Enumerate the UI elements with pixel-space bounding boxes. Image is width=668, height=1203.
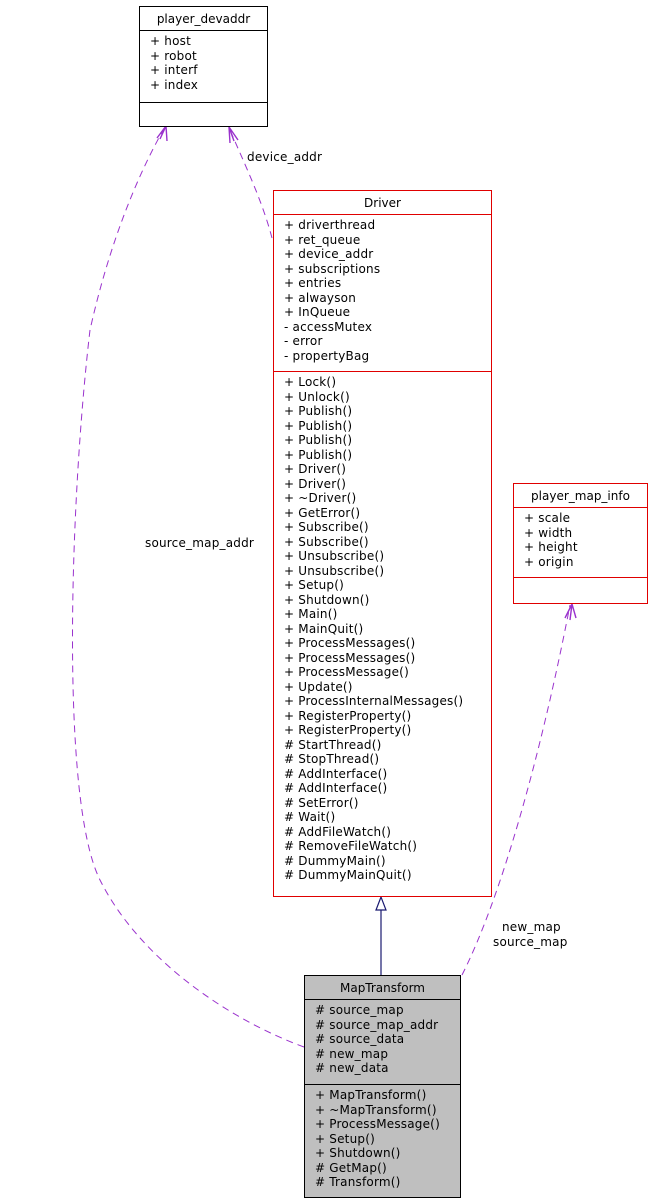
attribute: # source_map (315, 1003, 404, 1017)
method: # AddInterface() (284, 781, 388, 795)
method: # DummyMain() (284, 853, 386, 868)
class-player-map-info[interactable]: player_map_info + scale + width + height… (513, 483, 648, 604)
attributes: # source_map # source_map_addr # source_… (305, 1000, 460, 1085)
attribute: - error (284, 334, 323, 348)
methods (514, 578, 647, 584)
methods: + Lock() + Unlock() + Publish() + Publis… (274, 372, 491, 886)
method: + Setup() (315, 1131, 375, 1146)
attributes: + scale + width + height + origin (514, 508, 647, 578)
attribute: + subscriptions (284, 261, 381, 276)
attribute: # source_data (315, 1032, 405, 1046)
method: + Unsubscribe() (284, 563, 385, 578)
method: + Publish() (284, 418, 353, 433)
method: + Subscribe() (284, 534, 369, 549)
method: # SetError() (284, 795, 359, 810)
attribute: + device_addr (284, 247, 374, 261)
attribute: + ret_queue (284, 232, 361, 247)
attribute: + origin (524, 554, 574, 569)
attributes: + host + robot + interf + index (140, 31, 267, 103)
class-name: player_map_info (514, 484, 647, 508)
method: + ProcessMessages() (284, 636, 416, 650)
method: + Publish() (284, 404, 353, 418)
method: # Transform() (315, 1175, 401, 1189)
attribute: + driverthread (284, 218, 376, 232)
method: + Shutdown() (284, 592, 370, 607)
method: + MainQuit() (284, 621, 364, 636)
method: # StopThread() (284, 752, 380, 766)
attribute: + width (524, 525, 573, 540)
edge-source-map-addr (72, 126, 305, 1048)
method: # StartThread() (284, 737, 382, 752)
method: # RemoveFileWatch() (284, 839, 418, 853)
method: # DummyMainQuit() (284, 868, 412, 882)
attribute: + host (150, 34, 191, 48)
method: + ProcessInternalMessages() (284, 694, 464, 708)
attribute: + height (524, 540, 578, 554)
attribute: + index (150, 77, 199, 92)
method: + Driver() (284, 462, 347, 476)
edge-device-addr (229, 129, 273, 239)
methods (140, 103, 267, 109)
method: + Shutdown() (315, 1146, 401, 1160)
class-name: player_devaddr (140, 7, 267, 31)
method: + Publish() (284, 433, 353, 447)
edge-label-source-map-addr: source_map_addr (145, 536, 255, 550)
method: + GetError() (284, 505, 361, 520)
edge-label-source-map: source_map (493, 935, 568, 949)
method: + ProcessMessage() (315, 1117, 440, 1131)
method: + Setup() (284, 578, 344, 592)
class-name: Driver (274, 191, 491, 215)
method: + Main() (284, 607, 338, 621)
method: + Unsubscribe() (284, 549, 385, 563)
attributes: + driverthread + ret_queue + device_addr… (274, 215, 491, 372)
arrowhead-new-map-source-map (564, 602, 577, 621)
method: + RegisterProperty() (284, 708, 412, 723)
attribute: - propertyBag (284, 348, 370, 363)
method: + Publish() (284, 447, 353, 462)
methods: + MapTransform() + ~MapTransform() + Pro… (305, 1085, 460, 1193)
class-name: MapTransform (305, 976, 460, 1000)
method: + Unlock() (284, 389, 350, 404)
attribute: # new_map (315, 1046, 389, 1061)
method: + MapTransform() (315, 1088, 427, 1102)
method: + ProcessMessage() (284, 665, 409, 679)
inheritance-arrowhead (375, 895, 387, 911)
arrowhead-device-addr (228, 124, 239, 144)
method: + ~MapTransform() (315, 1102, 437, 1117)
class-driver[interactable]: Driver + driverthread + ret_queue + devi… (273, 190, 492, 897)
method: # Wait() (284, 810, 336, 824)
attribute: - accessMutex (284, 319, 373, 334)
method: + Lock() (284, 375, 337, 389)
attribute: + entries (284, 276, 342, 290)
class-map-transform[interactable]: MapTransform # source_map # source_map_a… (304, 975, 461, 1198)
attribute: + robot (150, 48, 197, 63)
method: + RegisterProperty() (284, 723, 412, 737)
method: # GetMap() (315, 1160, 387, 1175)
attribute: # source_map_addr (315, 1017, 439, 1032)
attribute: + alwayson (284, 290, 357, 305)
edge-label-new-map: new_map (502, 920, 561, 934)
class-player-devaddr[interactable]: player_devaddr + host + robot + interf +… (139, 6, 268, 127)
method: + Driver() (284, 476, 347, 491)
method: + ProcessMessages() (284, 650, 416, 665)
method: + Subscribe() (284, 520, 369, 534)
method: + ~Driver() (284, 491, 357, 505)
method: # AddFileWatch() (284, 824, 392, 839)
attribute: # new_data (315, 1061, 389, 1075)
edge-label-device-addr: device_addr (247, 150, 323, 164)
method: + Update() (284, 679, 353, 694)
attribute: + scale (524, 511, 571, 525)
attribute: + InQueue (284, 305, 351, 319)
attribute: + interf (150, 63, 198, 77)
method: # AddInterface() (284, 766, 388, 781)
